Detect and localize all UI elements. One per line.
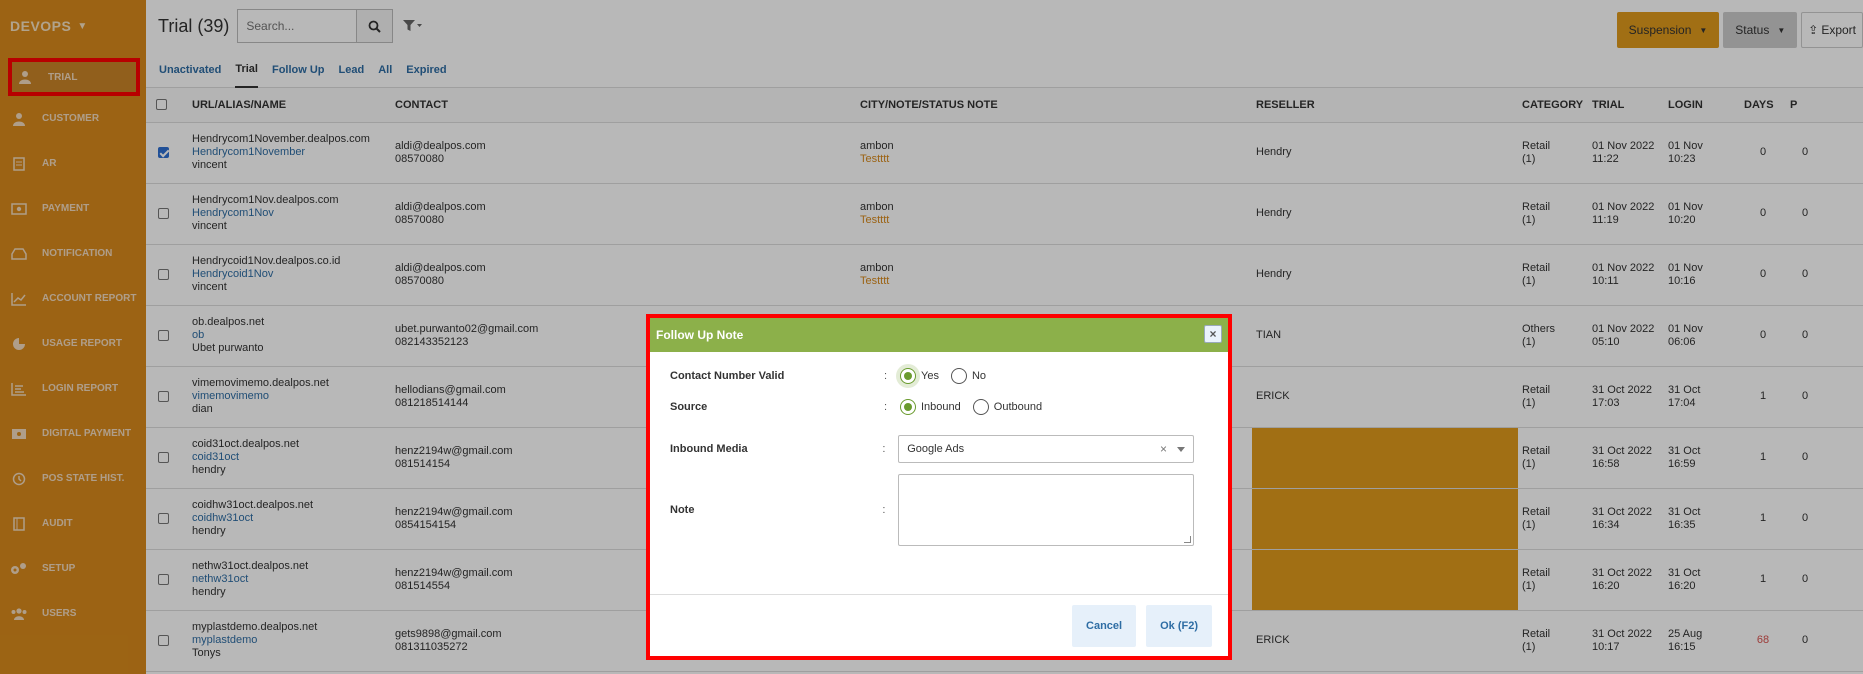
colon: : <box>884 370 888 382</box>
dialog-header: Follow Up Note × <box>650 318 1228 352</box>
dialog-title: Follow Up Note <box>656 328 744 342</box>
contact-valid-yes[interactable]: Yes <box>900 368 939 384</box>
source-row: Source : Inbound Outbound <box>670 399 1194 415</box>
note-textarea[interactable] <box>898 474 1194 546</box>
source-inbound[interactable]: Inbound <box>900 399 961 415</box>
contact-valid-no[interactable]: No <box>950 368 987 384</box>
inbound-media-select[interactable]: Google Ads × <box>898 435 1194 463</box>
source-label: Source <box>670 401 708 413</box>
colon: : <box>884 401 888 413</box>
inbound-media-value: Google Ads <box>907 443 965 455</box>
outbound-label: Outbound <box>993 401 1043 413</box>
contact-valid-row: Contact Number Valid : Yes No <box>670 368 1194 384</box>
note-row: Note : <box>670 474 1194 546</box>
close-button[interactable]: × <box>1204 325 1222 343</box>
dialog-footer: Cancel Ok (F2) <box>650 594 1228 656</box>
source-outbound[interactable]: Outbound <box>972 399 1043 415</box>
inbound-media-label: Inbound Media <box>670 443 748 455</box>
dialog-body: Contact Number Valid : Yes No Source : I… <box>650 352 1228 594</box>
yes-label: Yes <box>921 370 939 382</box>
cancel-button[interactable]: Cancel <box>1072 604 1137 647</box>
ok-button[interactable]: Ok (F2) <box>1146 604 1212 647</box>
radio-outbound[interactable] <box>972 399 989 415</box>
clear-icon[interactable]: × <box>1160 442 1167 456</box>
note-label: Note <box>670 504 695 516</box>
colon: : <box>882 504 886 516</box>
colon: : <box>882 443 886 455</box>
radio-no[interactable] <box>950 368 967 384</box>
inbound-label: Inbound <box>921 401 961 413</box>
radio-yes[interactable] <box>900 368 916 384</box>
inbound-media-row: Inbound Media : Google Ads × <box>670 435 1194 463</box>
contact-valid-label: Contact Number Valid <box>670 370 785 382</box>
dropdown-arrow-icon[interactable] <box>1177 446 1185 452</box>
no-label: No <box>971 370 987 382</box>
radio-inbound[interactable] <box>900 399 916 415</box>
follow-up-note-dialog: Follow Up Note × Contact Number Valid : … <box>646 314 1232 660</box>
close-icon: × <box>1209 327 1217 341</box>
